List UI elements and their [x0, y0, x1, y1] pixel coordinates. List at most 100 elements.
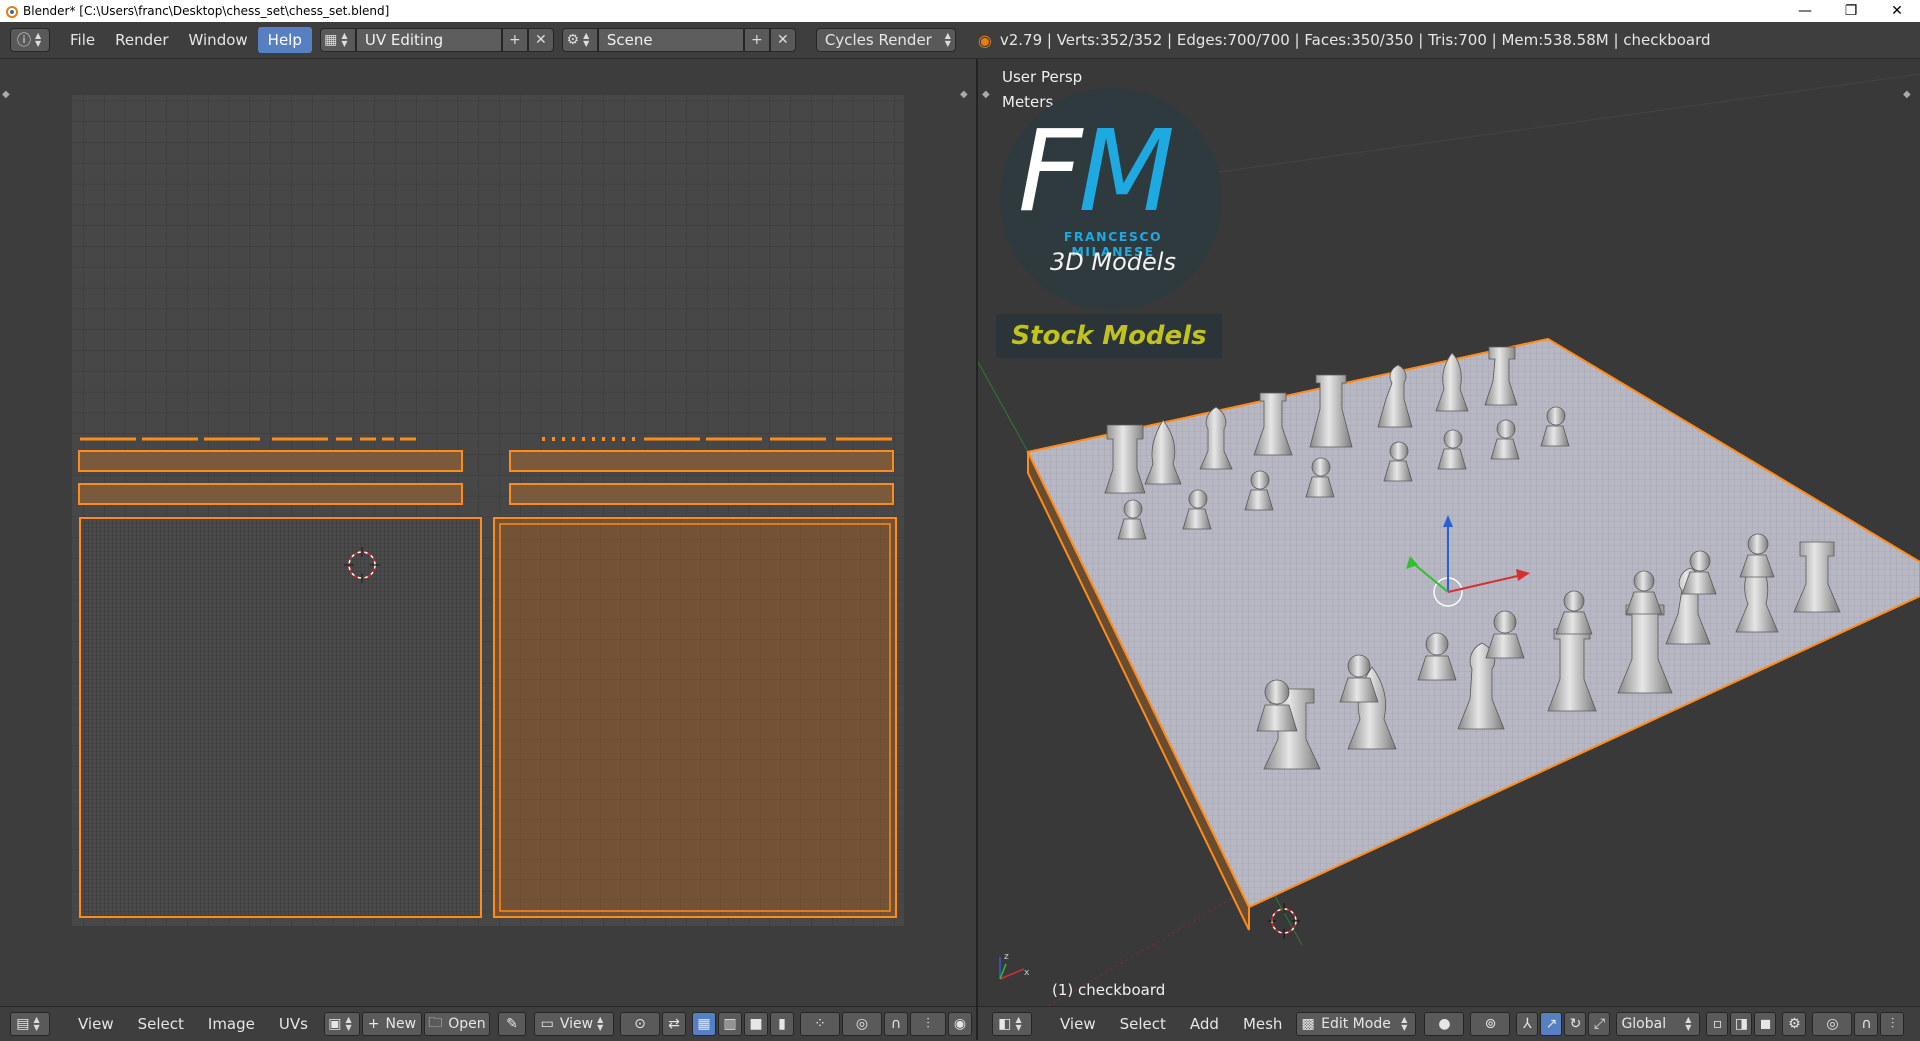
vertex-select-icon: ▫ — [1712, 1016, 1723, 1032]
editor-type-button[interactable]: ◧ ▲ ▼ — [992, 1012, 1032, 1036]
updown-arrows-icon: ▲ ▼ — [341, 31, 348, 48]
vertex-select-button[interactable]: ▦ — [691, 1012, 716, 1036]
region-toggle-icon[interactable]: ◆ — [982, 89, 990, 100]
edge-select-button[interactable]: ◨ — [1730, 1012, 1753, 1036]
add-scene-button[interactable]: + — [743, 28, 770, 52]
snap-target-dropdown[interactable]: ⫶ — [1880, 1012, 1905, 1036]
screen-layout-dropdown[interactable]: ▦ ▲ ▼ — [319, 28, 356, 52]
vp-menu-add[interactable]: Add — [1178, 1015, 1231, 1033]
face-select-button[interactable]: ◼ — [1754, 1012, 1777, 1036]
pivot-dropdown[interactable]: ⊙ — [619, 1012, 660, 1036]
logo-subtitle: 3D Models — [1050, 248, 1176, 276]
updown-arrows-icon: ▲ ▼ — [33, 1015, 40, 1032]
vertex-select-button[interactable]: ▫ — [1706, 1012, 1729, 1036]
uv-menu-view[interactable]: View — [66, 1015, 126, 1033]
pivot-icon: ⊙ — [634, 1016, 646, 1032]
sticky-selection-dropdown[interactable]: ⁘ — [799, 1012, 840, 1036]
delete-layout-button[interactable]: ✕ — [527, 28, 554, 52]
snap-target-dropdown[interactable]: ⫶ — [909, 1012, 946, 1036]
manipulator-toggle-button[interactable]: ⅄ — [1516, 1012, 1539, 1036]
limit-selection-button[interactable]: ⚙ — [1782, 1012, 1807, 1036]
proportional-edit-dropdown[interactable]: ◎ — [1812, 1012, 1853, 1036]
active-object-label: (1) checkboard — [1052, 981, 1166, 999]
floor-grid-line — [1097, 73, 1920, 190]
snap-target-icon: ⫶ — [926, 1016, 930, 1032]
viewport-header: ◧ ▲ ▼ View Select Add Mesh ▩ Edit Mode ▲ ▼ ● … — [978, 1006, 1920, 1041]
vp-menu-select[interactable]: Select — [1108, 1015, 1178, 1033]
render-engine-dropdown[interactable]: Cycles Render ▲ ▼ — [815, 28, 956, 52]
shading-dropdown[interactable]: ● — [1424, 1012, 1465, 1036]
view-name-label: User Persp — [1002, 68, 1083, 86]
updown-arrows-icon: ▲ ▼ — [1401, 1015, 1408, 1032]
scale-manipulator-button[interactable]: ⤢ — [1588, 1012, 1611, 1036]
delete-scene-button[interactable]: ✕ — [769, 28, 796, 52]
menu-file[interactable]: File — [60, 27, 105, 53]
pin-button[interactable]: ✎ — [497, 1012, 526, 1036]
info-header: ⓘ ▲ ▼ File Render Window Help ▦ ▲ ▼ UV Edit… — [0, 22, 1920, 59]
updown-arrows-icon: ▲ ▼ — [1015, 1015, 1022, 1032]
rotate-manipulator-button[interactable]: ↻ — [1564, 1012, 1587, 1036]
sticky-icon: ⁘ — [814, 1016, 826, 1032]
vp-menu-mesh[interactable]: Mesh — [1231, 1015, 1295, 1033]
updown-arrows-icon: ▲ ▼ — [597, 1015, 604, 1032]
face-select-icon: ◼ — [1759, 1016, 1772, 1032]
stock-models-badge: Stock Models — [996, 314, 1222, 358]
pin-icon: ✎ — [506, 1016, 518, 1032]
scene-statistics: v2.79 | Verts:352/352 | Edges:700/700 | … — [999, 31, 1711, 49]
sync-selection-button[interactable]: ⇄ — [661, 1012, 686, 1036]
uv-menu-uvs[interactable]: UVs — [267, 1015, 320, 1033]
layout-icon: ▦ — [324, 32, 338, 48]
pivot-dropdown[interactable]: ⊚ — [1470, 1012, 1511, 1036]
edge-select-icon: ◨ — [1734, 1016, 1749, 1032]
translate-manipulator-button[interactable]: ↗ — [1540, 1012, 1563, 1036]
uv-menu-image[interactable]: Image — [196, 1015, 267, 1033]
island-select-button[interactable]: ▮ — [769, 1012, 794, 1036]
region-toggle-icon[interactable]: ◆ — [960, 89, 968, 100]
screen-layout-field[interactable]: UV Editing — [355, 28, 502, 52]
image-browse-button[interactable]: ▣ ▲ ▼ — [323, 1012, 360, 1036]
render-engine-label: Cycles Render — [824, 31, 932, 49]
proportional-edit-dropdown[interactable]: ◎ — [841, 1012, 882, 1036]
updown-arrows-icon: ▲ ▼ — [944, 31, 951, 48]
snap-button[interactable]: ∩ — [883, 1012, 908, 1036]
magnet-icon: ∩ — [890, 1016, 902, 1032]
close-window-button[interactable]: ✕ — [1874, 0, 1920, 22]
editor-type-button[interactable]: ▤ ▲ ▼ — [10, 1012, 50, 1036]
render-slot-button[interactable]: ◉ — [947, 1012, 972, 1036]
face-select-button[interactable]: ■ — [743, 1012, 768, 1036]
menu-help[interactable]: Help — [257, 27, 312, 53]
plus-icon: + — [751, 32, 763, 48]
add-layout-button[interactable]: + — [501, 28, 528, 52]
updown-arrows-icon: ▲ ▼ — [345, 1015, 352, 1032]
minimize-button[interactable]: — — [1782, 0, 1828, 22]
new-image-button[interactable]: + New — [361, 1012, 422, 1036]
scene-icon: ⚙ — [566, 32, 580, 48]
snap-button[interactable]: ∩ — [1854, 1012, 1879, 1036]
close-icon: ✕ — [777, 32, 789, 48]
vp-menu-view[interactable]: View — [1048, 1015, 1108, 1033]
edge-select-button[interactable]: ▥ — [717, 1012, 742, 1036]
updown-arrows-icon: ▲ ▼ — [1685, 1015, 1692, 1032]
svg-text:z: z — [1004, 952, 1009, 962]
arrow-icon: ↗ — [1545, 1016, 1558, 1032]
uv-canvas[interactable]: ◆ ◆ — [0, 59, 976, 1006]
view-mode-dropdown[interactable]: ▭ View ▲ ▼ — [533, 1012, 614, 1036]
window-titlebar: Blender* [C:\Users\franc\Desktop\chess_s… — [0, 0, 1920, 22]
scene-field[interactable]: Scene — [597, 28, 744, 52]
mode-dropdown[interactable]: ▩ Edit Mode ▲ ▼ — [1296, 1012, 1417, 1036]
uv-menu-select[interactable]: Select — [126, 1015, 196, 1033]
restore-button[interactable]: ❐ — [1828, 0, 1874, 22]
orientation-dropdown[interactable]: Global ▲ ▼ — [1616, 1012, 1701, 1036]
render-slot-icon: ◉ — [953, 1016, 967, 1032]
open-image-button[interactable]: 🗀 Open — [423, 1012, 490, 1036]
scene-dropdown[interactable]: ⚙ ▲ ▼ — [561, 28, 598, 52]
region-toggle-icon[interactable]: ◆ — [2, 89, 10, 100]
close-icon: ✕ — [535, 32, 547, 48]
menu-render[interactable]: Render — [105, 27, 178, 53]
edit-mode-icon: ▩ — [1301, 1016, 1315, 1032]
editor-type-info-button[interactable]: ⓘ ▲ ▼ — [10, 28, 50, 52]
uv-image-editor[interactable]: ◆ ◆ — [0, 59, 976, 1006]
updown-arrows-icon: ▲ ▼ — [583, 31, 590, 48]
menu-window[interactable]: Window — [179, 27, 258, 53]
region-toggle-icon[interactable]: ◆ — [1903, 89, 1911, 100]
